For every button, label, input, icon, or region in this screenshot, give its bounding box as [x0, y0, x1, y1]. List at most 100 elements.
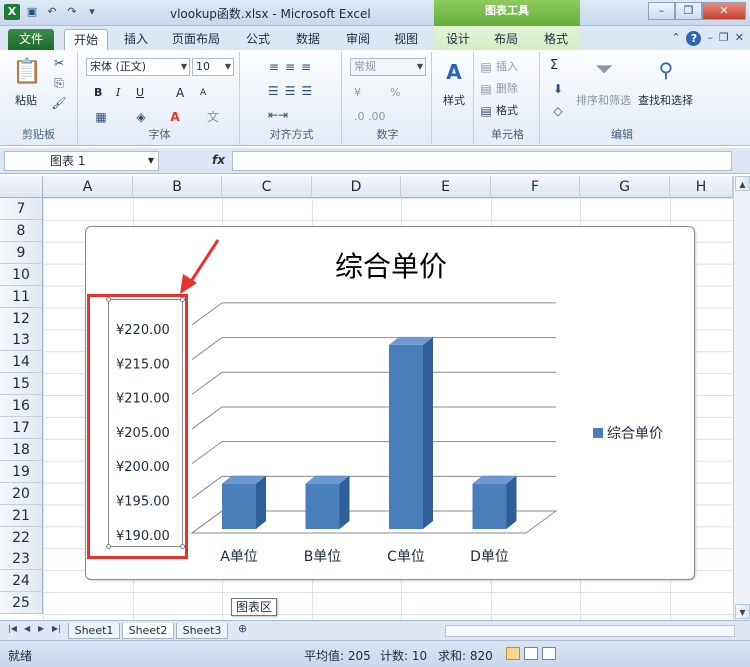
row-header[interactable]: 9 [0, 241, 43, 264]
tab-design[interactable]: 设计 [436, 29, 480, 50]
name-box[interactable]: 图表 1 ▼ [4, 151, 159, 171]
indent-icons[interactable]: ⇤⇥ [248, 106, 308, 124]
insert-sheet-icon[interactable]: ⊕ [238, 622, 247, 635]
column-header[interactable]: D [312, 176, 401, 198]
font-color-icon[interactable]: A [166, 108, 184, 126]
page-break-view-icon[interactable] [542, 647, 556, 660]
shrink-font-button[interactable]: A [200, 88, 206, 98]
phonetic-icon[interactable]: 文 [204, 108, 222, 126]
sheet-tab-active[interactable]: Sheet2 [122, 623, 174, 639]
tab-layout[interactable]: 布局 [484, 29, 528, 50]
doc-restore-icon[interactable]: ❐ [719, 31, 729, 46]
format-painter-icon[interactable]: 🖌 [50, 94, 68, 112]
row-header[interactable]: 18 [0, 438, 43, 461]
bold-button[interactable]: B [94, 86, 102, 99]
horizontal-scrollbar[interactable] [445, 625, 735, 637]
customize-qat-icon[interactable]: ▾ [84, 4, 100, 20]
copy-icon[interactable]: ⎘ [50, 74, 68, 92]
paste-button[interactable]: 粘贴 [8, 92, 44, 108]
normal-view-icon[interactable] [506, 647, 520, 660]
currency-icon[interactable]: ¥ [354, 86, 361, 99]
autosum-button[interactable]: Σ [550, 58, 558, 73]
tab-page-layout[interactable]: 页面布局 [166, 29, 226, 50]
row-header[interactable]: 19 [0, 460, 43, 483]
scroll-up-icon[interactable]: ▲ [735, 176, 750, 191]
font-name-select[interactable]: 宋体 (正文) ▼ [86, 58, 190, 76]
column-header[interactable]: B [133, 176, 222, 198]
first-sheet-icon[interactable]: |◀ [8, 624, 17, 633]
tab-insert[interactable]: 插入 [114, 29, 158, 50]
save-icon[interactable]: ▣ [24, 4, 40, 20]
paste-icon[interactable]: 📋 [12, 56, 42, 86]
clear-icon[interactable]: ◇ [550, 102, 566, 120]
sort-filter-button[interactable]: 排序和筛选 [576, 92, 631, 108]
row-header[interactable]: 20 [0, 482, 43, 505]
fill-icon[interactable]: ⬇ [550, 80, 566, 98]
row-header[interactable]: 14 [0, 351, 43, 374]
insert-cells-button[interactable]: 插入 [496, 58, 518, 74]
restore-icon[interactable]: ❐ [675, 2, 702, 20]
number-format-select[interactable]: 常规 ▼ [350, 58, 426, 76]
row-header[interactable]: 13 [0, 329, 43, 352]
find-select-button[interactable]: 查找和选择 [638, 92, 693, 108]
row-header[interactable]: 21 [0, 504, 43, 527]
percent-button[interactable]: % [390, 86, 400, 99]
vertical-scrollbar[interactable]: ▲ ▼ [733, 176, 750, 620]
row-header[interactable]: 24 [0, 570, 43, 593]
tab-review[interactable]: 审阅 [336, 29, 380, 50]
row-header[interactable]: 10 [0, 263, 43, 286]
tab-view[interactable]: 视图 [384, 29, 428, 50]
styles-button[interactable]: 样式 [434, 92, 474, 108]
row-header[interactable]: 16 [0, 395, 43, 418]
sheet-tab[interactable]: Sheet1 [68, 623, 120, 639]
grow-font-button[interactable]: A [176, 86, 184, 100]
column-header[interactable]: A [43, 176, 133, 198]
tab-formulas[interactable]: 公式 [236, 29, 280, 50]
column-header[interactable]: H [670, 176, 733, 198]
help-icon[interactable]: ? [686, 31, 702, 46]
column-header[interactable]: G [580, 176, 670, 198]
doc-close-icon[interactable]: ✕ [735, 31, 744, 46]
row-header[interactable]: 25 [0, 592, 43, 615]
prev-sheet-icon[interactable]: ◀ [24, 624, 30, 633]
horizontal-align-icons[interactable]: ☰☰☰ [248, 82, 338, 100]
tab-data[interactable]: 数据 [286, 29, 330, 50]
tab-format[interactable]: 格式 [534, 29, 578, 50]
minimize-icon[interactable]: – [648, 2, 675, 20]
redo-icon[interactable]: ↷ [64, 4, 80, 20]
cut-icon[interactable]: ✂ [50, 54, 68, 72]
close-icon[interactable]: ✕ [702, 2, 746, 20]
row-header[interactable]: 15 [0, 373, 43, 396]
format-cells-button[interactable]: 格式 [496, 102, 518, 118]
underline-button[interactable]: U [136, 86, 144, 99]
insert-function-button[interactable]: fx [212, 153, 225, 167]
row-header[interactable]: 12 [0, 307, 43, 330]
next-sheet-icon[interactable]: ▶ [38, 624, 44, 633]
tab-file[interactable]: 文件 [8, 29, 54, 50]
sheet-tab[interactable]: Sheet3 [176, 623, 228, 639]
page-layout-view-icon[interactable] [524, 647, 538, 660]
delete-cells-button[interactable]: 删除 [496, 80, 518, 96]
sort-filter-icon[interactable]: ⏷ [590, 56, 618, 84]
font-size-select[interactable]: 10 ▼ [192, 58, 234, 76]
last-sheet-icon[interactable]: ▶| [52, 624, 61, 633]
decimal-icons[interactable]: .0 .00 [354, 110, 386, 123]
column-header[interactable]: E [401, 176, 491, 198]
column-header[interactable]: C [222, 176, 312, 198]
select-all-corner[interactable] [0, 176, 43, 198]
borders-icon[interactable]: ▦ [92, 108, 110, 126]
minimize-ribbon-icon[interactable]: ⌃ [671, 31, 680, 46]
row-header[interactable]: 8 [0, 219, 43, 242]
vertical-align-icons[interactable]: ≡≡≡ [248, 58, 338, 76]
tab-home[interactable]: 开始 [64, 29, 108, 50]
styles-icon[interactable]: A [440, 58, 468, 86]
column-header[interactable]: F [491, 176, 580, 198]
row-header[interactable]: 22 [0, 526, 43, 549]
binoculars-icon[interactable]: ⚲ [652, 56, 680, 84]
fill-color-icon[interactable]: ◈ [132, 108, 150, 126]
doc-minimize-icon[interactable]: – [707, 31, 713, 46]
row-header[interactable]: 7 [0, 198, 43, 220]
row-header[interactable]: 17 [0, 417, 43, 439]
undo-icon[interactable]: ↶ [44, 4, 60, 20]
row-header[interactable]: 23 [0, 548, 43, 571]
